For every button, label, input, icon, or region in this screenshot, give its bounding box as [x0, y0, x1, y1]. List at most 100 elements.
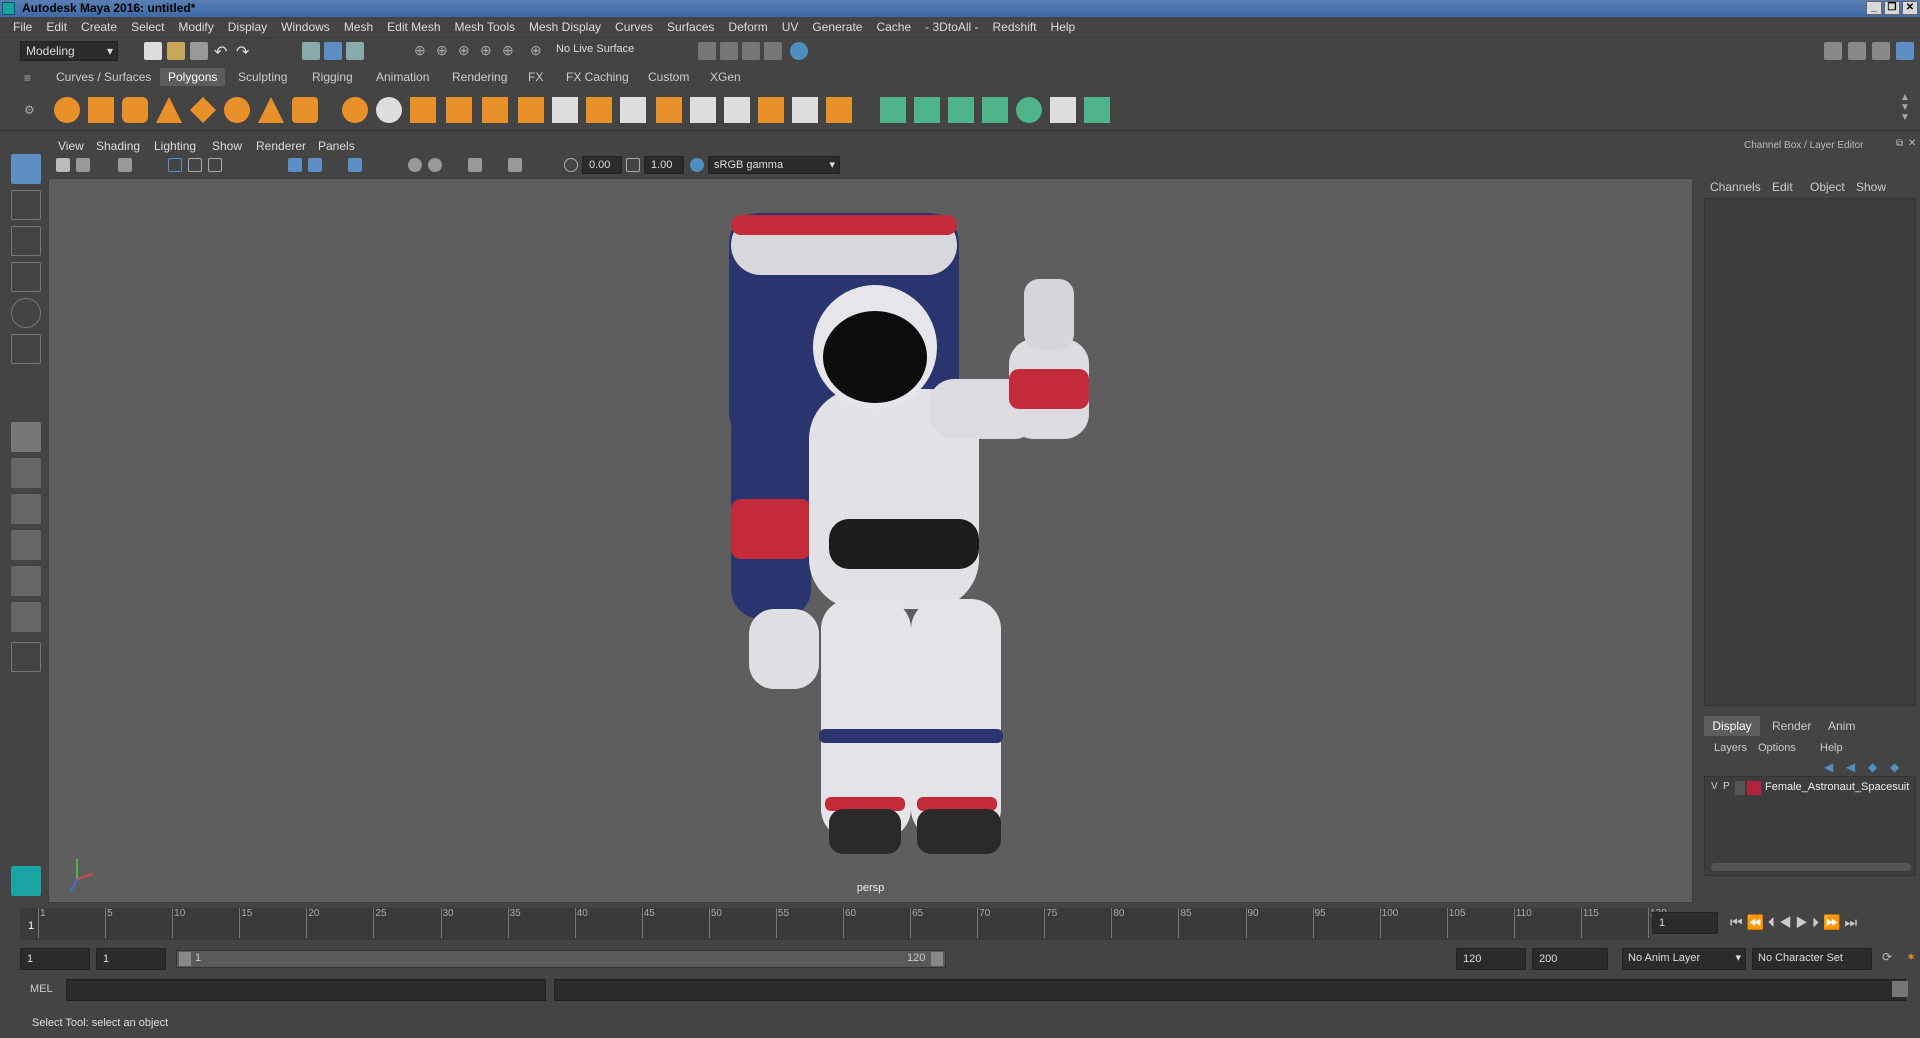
menu-mesh-display[interactable]: Mesh Display [522, 17, 608, 37]
channels-menu[interactable]: Channels [1710, 180, 1761, 194]
command-input[interactable] [66, 979, 546, 1001]
merge-icon[interactable] [826, 97, 852, 123]
menu-select[interactable]: Select [124, 17, 171, 37]
gamma-field[interactable]: 1.00 [644, 156, 684, 174]
four-view-layout-icon[interactable] [11, 458, 41, 488]
shelf-tab-animation[interactable]: Animation [368, 68, 437, 86]
layers-menu[interactable]: Layers [1714, 742, 1747, 754]
uv-automatic-icon[interactable] [982, 97, 1008, 123]
shelf-tab-custom[interactable]: Custom [640, 68, 697, 86]
bevel-edge-icon[interactable] [792, 97, 818, 123]
uv-spherical-icon[interactable] [948, 97, 974, 123]
bevel-icon[interactable] [586, 97, 612, 123]
panel-menu-panels[interactable]: Panels [318, 139, 355, 153]
wireframe-icon[interactable] [288, 158, 302, 172]
menu-help[interactable]: Help [1044, 17, 1083, 37]
new-scene-icon[interactable] [144, 42, 162, 60]
layer-scrollbar[interactable] [1711, 863, 1911, 871]
panel-menu-view[interactable]: View [58, 139, 84, 153]
anim-end-field[interactable]: 120 [1456, 948, 1526, 970]
menu-curves[interactable]: Curves [608, 17, 660, 37]
menu-deform[interactable]: Deform [721, 17, 774, 37]
snap-grid-icon[interactable]: ⊕ [414, 42, 432, 60]
current-frame-field[interactable]: 1 [1652, 912, 1718, 934]
live-surface-icon[interactable]: ⊕ [530, 42, 548, 60]
channel-box-toggle-icon[interactable] [1896, 42, 1914, 60]
menu-generate[interactable]: Generate [805, 17, 869, 37]
undo-icon[interactable]: ↶ [214, 42, 232, 61]
redo-icon[interactable]: ↷ [236, 42, 254, 61]
target-weld-icon[interactable] [724, 97, 750, 123]
grid-icon[interactable] [168, 158, 182, 172]
float-panel-icon[interactable]: ⧉ [1896, 138, 1903, 149]
menu-windows[interactable]: Windows [274, 17, 337, 37]
start-time-field[interactable]: 1 [20, 948, 90, 970]
animation-prefs-icon[interactable]: ✶ [1906, 950, 1916, 964]
new-layer-selected-icon[interactable]: ◆ [1890, 760, 1899, 774]
snap-view-icon[interactable]: ⊕ [480, 42, 498, 60]
channels-object-menu[interactable]: Object [1810, 180, 1845, 194]
extract-icon[interactable] [410, 97, 436, 123]
menu-display[interactable]: Display [221, 17, 274, 37]
bridge-edge-icon[interactable] [620, 97, 646, 123]
persp-graph-layout-icon[interactable] [11, 530, 41, 560]
playback-range-bar[interactable]: 1 120 [176, 950, 946, 968]
layer-help-menu[interactable]: Help [1820, 742, 1843, 754]
minimize-icon[interactable]: _ [1866, 1, 1882, 15]
isolate-select-icon[interactable] [468, 158, 482, 172]
poly-sphere-icon[interactable] [54, 97, 80, 123]
paint-select-tool-icon[interactable] [11, 226, 41, 256]
uv-layout-icon[interactable] [1084, 97, 1110, 123]
modeling-toolkit-icon[interactable] [1824, 42, 1842, 60]
xray-icon[interactable] [508, 158, 522, 172]
poly-cylinder-icon[interactable] [122, 97, 148, 123]
combine-icon[interactable] [342, 97, 368, 123]
anim-start-field[interactable]: 1 [96, 948, 166, 970]
separate-icon[interactable] [376, 97, 402, 123]
menu-cache[interactable]: Cache [869, 17, 918, 37]
anim-layer-dropdown[interactable]: No Anim Layer ▾ [1622, 948, 1746, 970]
astronaut-model[interactable] [49, 179, 1694, 904]
layer-color-swatch[interactable] [1747, 781, 1761, 795]
new-layer-icon[interactable]: ◆ [1868, 760, 1877, 774]
bridge-icon[interactable] [552, 97, 578, 123]
step-back-frame-icon[interactable]: ⏴ [1768, 914, 1779, 930]
step-forward-frame-icon[interactable]: ⏵ [1812, 914, 1823, 930]
select-by-component-icon[interactable] [346, 42, 364, 60]
snap-surface-icon[interactable]: ⊕ [502, 42, 520, 60]
auto-key-icon[interactable]: ⟳ [1882, 950, 1892, 964]
layer-name[interactable]: Female_Astronaut_Spacesuit [1765, 781, 1909, 793]
hypershade-icon[interactable] [790, 42, 808, 60]
shelf-tab-fx[interactable]: FX [520, 68, 551, 86]
move-layer-down-icon[interactable]: ◀ [1846, 760, 1855, 774]
multi-cut-icon[interactable] [690, 97, 716, 123]
poly-pyramid-icon[interactable] [258, 97, 284, 123]
poly-plane-icon[interactable] [190, 97, 216, 123]
menu-mesh-tools[interactable]: Mesh Tools [448, 17, 522, 37]
persp-outliner-layout-icon[interactable] [11, 494, 41, 524]
shelf-scroll-icon[interactable]: ▲ ▼ ▼ [1900, 93, 1910, 123]
select-by-hierarchy-icon[interactable] [302, 42, 320, 60]
persp-hypershade-layout-icon[interactable] [11, 566, 41, 596]
layer-tab-anim[interactable]: Anim [1828, 719, 1855, 733]
go-to-end-icon[interactable]: ⏭ [1844, 914, 1861, 930]
step-forward-key-icon[interactable]: ⏩ [1823, 914, 1844, 930]
poly-torus-icon[interactable] [224, 97, 250, 123]
channels-edit-menu[interactable]: Edit [1772, 180, 1793, 194]
channel-box-area[interactable] [1704, 198, 1916, 706]
script-editor-icon[interactable] [1892, 981, 1908, 997]
menu-edit-mesh[interactable]: Edit Mesh [380, 17, 447, 37]
render-view-icon[interactable] [698, 42, 716, 60]
shelf-tab-curves-surfaces[interactable]: Curves / Surfaces [48, 68, 159, 86]
close-panel-icon[interactable]: ✕ [1908, 138, 1916, 149]
uv-planar-icon[interactable] [880, 97, 906, 123]
menuset-dropdown[interactable]: Modeling ▾ [20, 41, 118, 61]
color-space-dropdown[interactable]: sRGB gamma ▾ [708, 156, 840, 174]
custom-layout-icon[interactable] [11, 642, 41, 672]
play-forward-icon[interactable]: ▶ [1796, 914, 1813, 930]
camera-attributes-icon[interactable] [56, 158, 70, 172]
layer-playback-toggle[interactable]: P [1723, 781, 1730, 792]
go-to-start-icon[interactable]: ⏮ [1730, 914, 1747, 930]
menu-3dtoall[interactable]: - 3DtoAll - [918, 17, 985, 37]
textured-icon[interactable] [348, 158, 362, 172]
